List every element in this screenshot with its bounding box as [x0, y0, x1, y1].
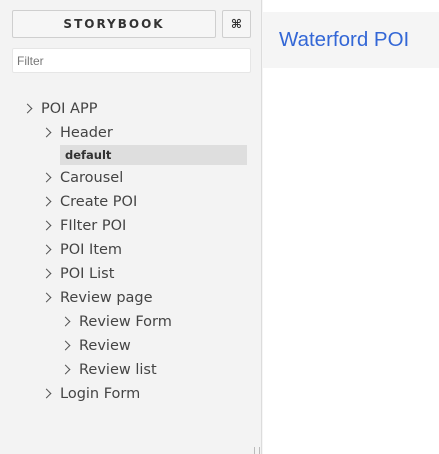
chevron-right-icon: [60, 340, 71, 351]
tree-item-carousel[interactable]: Carousel: [0, 166, 262, 190]
story-item-label: default: [60, 145, 247, 165]
tree-item-label: POI Item: [60, 242, 123, 258]
tree-item-review-page[interactable]: Review page: [0, 286, 262, 310]
sidebar: STORYBOOK ⌘ POI APP Header default Carou…: [0, 0, 262, 454]
storybook-brand-button[interactable]: STORYBOOK: [12, 10, 216, 38]
tree-item-label: Review: [79, 338, 131, 354]
sidebar-resize-handle[interactable]: [254, 447, 260, 454]
tree-item-poi-item[interactable]: POI Item: [0, 238, 262, 262]
chevron-right-icon: [22, 103, 33, 114]
tree-item-create-poi[interactable]: Create POI: [0, 190, 262, 214]
story-item-default[interactable]: default: [0, 144, 262, 166]
tree-item-poi-app[interactable]: POI APP: [0, 97, 262, 121]
app-header: Waterford POI: [263, 12, 439, 68]
tree-item-label: POI APP: [41, 101, 98, 117]
tree-item-review-list[interactable]: Review list: [0, 358, 262, 382]
chevron-right-icon: [41, 292, 52, 303]
tree-item-review-form[interactable]: Review Form: [0, 310, 262, 334]
tree-item-label: Review Form: [79, 314, 172, 330]
tree-item-poi-list[interactable]: POI List: [0, 262, 262, 286]
chevron-right-icon: [41, 172, 52, 183]
tree-item-login-form[interactable]: Login Form: [0, 382, 262, 406]
tree-item-header[interactable]: Header: [0, 121, 262, 145]
chevron-right-icon: [41, 196, 52, 207]
tree-item-label: Review page: [60, 290, 153, 306]
keyboard-shortcuts-button[interactable]: ⌘: [222, 10, 251, 38]
chevron-right-icon: [41, 268, 52, 279]
chevron-right-icon: [41, 127, 52, 138]
chevron-right-icon: [41, 244, 52, 255]
story-tree: POI APP Header default Carousel Create P…: [0, 97, 262, 406]
tree-item-label: FIlter POI: [60, 218, 127, 234]
tree-item-label: Create POI: [60, 194, 138, 210]
app-title: Waterford POI: [279, 28, 410, 51]
filter-input[interactable]: [12, 48, 251, 73]
chevron-right-icon: [41, 220, 52, 231]
preview-canvas: Waterford POI: [263, 0, 439, 454]
chevron-right-icon: [60, 316, 71, 327]
tree-item-label: Carousel: [60, 170, 124, 186]
chevron-right-icon: [41, 388, 52, 399]
command-icon: ⌘: [230, 17, 243, 31]
tree-item-filter-poi[interactable]: FIlter POI: [0, 214, 262, 238]
tree-item-label: POI List: [60, 266, 115, 282]
tree-item-label: Login Form: [60, 386, 141, 402]
chevron-right-icon: [60, 364, 71, 375]
tree-item-review[interactable]: Review: [0, 334, 262, 358]
tree-item-label: Review list: [79, 362, 157, 378]
tree-item-label: Header: [60, 125, 113, 141]
